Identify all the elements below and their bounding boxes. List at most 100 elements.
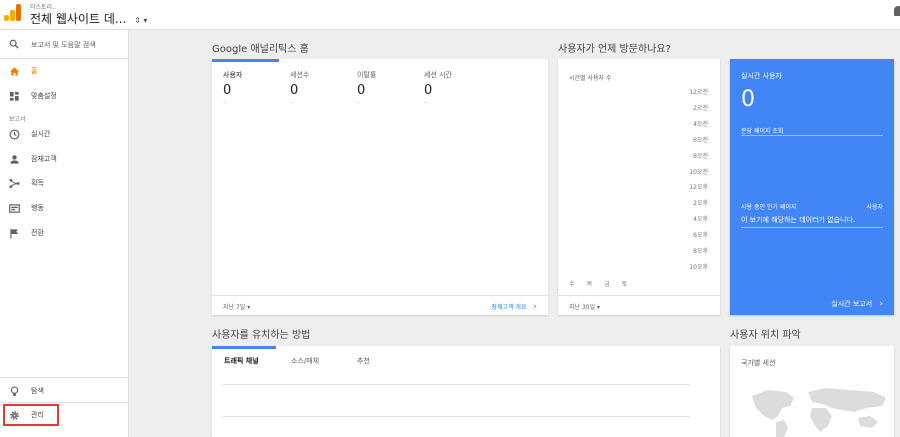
sidebar-item-behavior[interactable]: 행동 xyxy=(0,197,129,221)
geo-card: 국가별 세션 xyxy=(730,346,894,437)
dashboard-icon xyxy=(9,91,19,101)
metric-label: 이탈률 xyxy=(357,71,377,79)
hour-label: 4오전 xyxy=(693,120,708,128)
date-range-selector[interactable]: 지난 7일 ▾ xyxy=(223,302,250,311)
no-data-message: 이 보기에 해당하는 데이터가 없습니다. xyxy=(741,216,856,224)
metric-tab-session-duration[interactable]: 세션 시간 0 - xyxy=(424,70,488,106)
behavior-icon xyxy=(9,204,20,213)
acquisition-heading: 사용자를 유치하는 방법 xyxy=(212,330,311,341)
clock-icon xyxy=(9,129,20,140)
dropdown-arrow-icon: ▾ xyxy=(247,304,251,311)
tab-referrals[interactable]: 추천 xyxy=(357,356,370,366)
top-pages-label: 사용 중인 인기 페이지 xyxy=(741,204,797,211)
hour-label: 12오전 xyxy=(689,89,708,96)
acquisition-card: 트래픽 채널 소스/매체 추천 xyxy=(212,346,720,437)
date-range-selector[interactable]: 지난 30일 ▾ xyxy=(569,302,600,311)
time-chart-title: 시간별 사용자 수 xyxy=(569,75,612,82)
person-icon xyxy=(10,155,19,164)
view-selector[interactable]: 전체 웹사이트 데... ⇕ ▾ xyxy=(30,10,147,27)
sidebar-item-customization[interactable]: 맞춤설정 xyxy=(0,85,129,109)
divider xyxy=(0,402,129,403)
hour-label: 4오후 xyxy=(693,216,708,224)
divider xyxy=(223,384,690,385)
divider xyxy=(741,135,883,136)
realtime-value: 0 xyxy=(741,87,755,112)
hour-label: 12오후 xyxy=(689,184,708,192)
metric-tab-users[interactable]: 사용자 0 - xyxy=(223,70,287,106)
sidebar-item-acquisition[interactable]: 획득 xyxy=(0,172,129,196)
sidebar-item-home[interactable]: 홈 xyxy=(0,60,129,84)
realtime-title: 실시간 사용자 xyxy=(741,72,782,80)
realtime-card: 실시간 사용자 0 분당 페이지 조회 사용 중인 인기 페이지 사용자 이 보… xyxy=(730,59,894,315)
metric-label: 세션 시간 xyxy=(424,71,452,79)
divider xyxy=(741,227,883,228)
hour-label: 2오전 xyxy=(693,104,708,112)
realtime-report-link[interactable]: 실시간 보고서 › xyxy=(831,299,883,309)
link-label: 잠재고객 개요 xyxy=(491,304,527,311)
metric-delta: - xyxy=(424,99,427,106)
metric-tabs: 사용자 0 - 세션수 0 - 이탈률 0 - 세션 시간 0 - xyxy=(212,59,548,109)
date-range-label: 지난 7일 xyxy=(223,304,246,311)
hour-label: 6오후 xyxy=(693,232,708,240)
reports-section-label: 보고서 xyxy=(9,116,26,123)
audience-overview-link[interactable]: 잠재고객 개요 › xyxy=(491,302,537,312)
hour-label: 2오후 xyxy=(693,200,708,208)
sidebar: 보고서 및 도움말 검색 홈 맞춤설정 보고서 실시간 잠재고객 획득 행동 전… xyxy=(0,30,129,437)
link-label: 실시간 보고서 xyxy=(831,300,873,308)
metric-label: 사용자 xyxy=(223,71,243,79)
analytics-logo[interactable] xyxy=(4,3,24,21)
top-bar: 티스토리.. ⌄ 전체 웹사이트 데... ⇕ ▾ xyxy=(0,0,900,30)
sidebar-item-label: 홈 xyxy=(31,67,38,75)
sidebar-item-label: 탐색 xyxy=(31,387,44,395)
users-column-label: 사용자 xyxy=(866,204,883,211)
metric-tab-sessions[interactable]: 세션수 0 - xyxy=(290,70,354,106)
admin-highlight-box xyxy=(3,404,59,426)
hour-label: 10오전 xyxy=(689,168,708,176)
card-footer: 지난 30일 ▾ xyxy=(558,295,720,315)
day-label: 토 xyxy=(621,281,628,288)
hour-label: 10오후 xyxy=(689,263,708,271)
hour-label: 8오전 xyxy=(693,152,708,160)
day-label: 수 xyxy=(569,281,575,288)
sidebar-item-label: 행동 xyxy=(31,204,44,212)
metric-tab-bounce-rate[interactable]: 이탈률 0 - xyxy=(357,70,421,106)
view-title: 전체 웹사이트 데... xyxy=(30,12,127,26)
sidebar-item-label: 잠재고객 xyxy=(31,155,57,163)
sidebar-item-discover[interactable]: 탐색 xyxy=(0,380,129,404)
users-by-time-card: 시간별 사용자 수 지난 30일 ▾ 12오전 2오전 4오전 6오전 8오전 10오전 1… xyxy=(558,59,720,315)
dropdown-arrow-icon: ▾ xyxy=(597,304,601,311)
sidebar-item-realtime[interactable]: 실시간 xyxy=(0,123,129,147)
metric-value: 0 xyxy=(290,83,299,98)
sidebar-item-conversions[interactable]: 전환 xyxy=(0,222,129,246)
metric-value: 0 xyxy=(223,83,232,98)
active-tab-indicator xyxy=(212,59,279,62)
world-map[interactable] xyxy=(746,386,894,437)
sessions-by-country-title: 국가별 세션 xyxy=(741,359,776,367)
home-icon xyxy=(9,67,20,76)
date-range-label: 지난 30일 xyxy=(569,304,596,311)
search-icon xyxy=(9,39,19,49)
acquisition-icon xyxy=(9,178,20,189)
tab-source-medium[interactable]: 소스/매체 xyxy=(291,356,319,366)
hour-label: 6오전 xyxy=(693,136,708,144)
sidebar-item-label: 전환 xyxy=(31,229,44,237)
dropdown-arrow-icon: ⇕ ▾ xyxy=(134,16,148,25)
sidebar-item-label: 맞춤설정 xyxy=(31,92,57,100)
tab-traffic-channel[interactable]: 트래픽 채널 xyxy=(224,356,259,366)
chevron-right-icon: › xyxy=(879,299,883,309)
divider xyxy=(0,377,129,378)
metric-value: 0 xyxy=(424,83,433,98)
day-label: 금 xyxy=(604,281,610,288)
notification-bell-icon[interactable] xyxy=(894,6,900,16)
divider xyxy=(223,416,690,417)
home-overview-card: 사용자 0 - 세션수 0 - 이탈률 0 - 세션 시간 0 - 지난 7일 … xyxy=(212,59,548,315)
active-tab-indicator xyxy=(212,346,276,349)
chevron-right-icon: › xyxy=(533,302,537,312)
flag-icon xyxy=(10,228,19,239)
sidebar-item-audience[interactable]: 잠재고객 xyxy=(0,148,129,172)
lightbulb-icon xyxy=(10,386,19,396)
geo-heading: 사용자 위치 파악 xyxy=(730,330,801,341)
sidebar-search[interactable]: 보고서 및 도움말 검색 xyxy=(0,30,129,58)
sidebar-item-label: 실시간 xyxy=(31,130,51,138)
card-footer: 지난 7일 ▾ 잠재고객 개요 › xyxy=(212,295,548,315)
